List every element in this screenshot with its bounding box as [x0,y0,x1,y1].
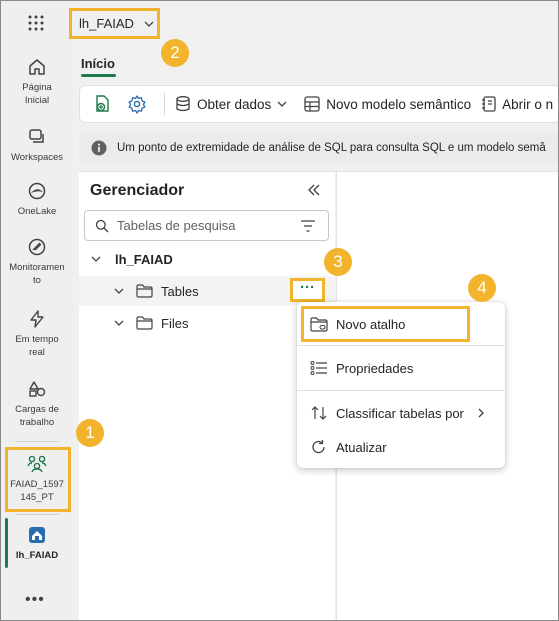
menu-item-label: Atualizar [336,439,387,455]
tables-more-options-button[interactable]: ··· [290,278,325,302]
filter-icon[interactable] [300,219,316,233]
notebook-icon [482,96,496,112]
database-icon [176,96,190,112]
tree-root-label: lh_FAIAD [115,251,173,267]
search-input[interactable]: Tabelas de pesquisa [84,210,329,241]
settings-button[interactable] [127,94,152,114]
chevron-down-icon [114,320,124,326]
callout-4: 4 [468,274,496,302]
new-notebook-icon [96,95,109,112]
workspace-group-icon [27,455,47,473]
rail-item-label: Cargas de trabalho [15,404,59,428]
new-item-button[interactable] [92,94,117,114]
tree-item-lakehouse[interactable]: lh_FAIAD [79,244,335,274]
menu-item-label: Propriedades [336,360,414,376]
semantic-model-icon [304,96,320,112]
rail-item-label: lh_FAIAD [15,550,59,561]
chevron-down-icon [114,288,124,294]
more-options-icon: ··· [300,279,315,296]
toolbar-divider [164,93,165,115]
new-semantic-model-button[interactable]: Novo modelo semântico [303,95,471,113]
get-data-label: Obter dados [197,96,272,112]
gear-icon [128,95,146,114]
menu-item-label: Novo atalho [336,316,406,332]
chevron-down-icon [144,21,154,27]
tree-tables-label: Tables [161,283,199,299]
rail-item-workloads[interactable]: Cargas de trabalho [1,379,73,429]
context-menu: Novo atalho Propriedades Classificar tab… [297,302,505,468]
callout-3: 3 [324,248,352,276]
rail-item-label: Página Inicial [22,82,52,106]
callout-1: 1 [76,419,104,447]
chevron-right-icon [478,408,484,418]
toolbar: Obter dados Novo modelo semântico Abrir … [79,85,558,123]
menu-item-refresh[interactable]: Atualizar [297,430,505,464]
rail-item-label: OneLake [17,206,57,217]
lakehouse-icon [29,527,45,543]
workspaces-icon [29,129,44,143]
onelake-icon [28,182,46,200]
sort-icon [311,406,327,420]
workspace-selector[interactable]: lh_FAIAD [69,8,160,39]
callout-2: 2 [161,39,189,67]
app-window: Página Inicial Workspaces OneLake Monito… [0,0,559,621]
open-notebook-button[interactable]: Abrir o n [481,95,553,113]
home-icon [29,59,45,75]
menu-item-new-shortcut[interactable]: Novo atalho [297,307,505,341]
tab-home[interactable]: Início [81,56,115,71]
rail-item-home[interactable]: Página Inicial [1,57,73,107]
rail-item-monitor[interactable]: Monitoramento [1,237,73,287]
monitor-icon [28,238,46,256]
menu-item-label: Classificar tabelas por [336,405,464,421]
workloads-icon [29,381,46,397]
more-icon[interactable]: ••• [25,591,45,609]
rail-item-workspace-faiad[interactable]: FAIAD_1597145_PT [1,454,73,504]
app-launcher-icon[interactable] [26,13,46,33]
rail-divider [15,514,59,515]
rail-item-label: FAIAD_1597145_PT [10,479,64,503]
rail-divider [15,441,59,442]
chevron-down-icon [91,256,101,262]
search-icon [95,219,109,232]
new-semantic-model-label: Novo modelo semântico [326,96,472,112]
tab-active-underline [81,74,116,77]
menu-divider [297,390,505,391]
info-icon [91,140,107,156]
rail-item-lakehouse[interactable]: lh_FAIAD [1,525,73,562]
realtime-icon [30,310,44,328]
info-banner: Um ponto de extremidade de análise de SQ… [79,132,558,164]
rail-item-realtime[interactable]: Em tempo real [1,309,73,359]
folder-icon [136,284,153,298]
menu-divider [297,345,505,346]
rail-item-label: Monitoramento [9,262,65,286]
rail-item-label: Workspaces [10,152,64,163]
menu-item-properties[interactable]: Propriedades [297,351,505,385]
open-notebook-label: Abrir o n [502,96,554,112]
properties-icon [310,361,327,375]
collapse-panel-icon[interactable] [306,182,322,198]
refresh-icon [312,440,325,454]
left-rail: Página Inicial Workspaces OneLake Monito… [1,1,73,620]
search-placeholder: Tabelas de pesquisa [117,218,236,233]
tree-files-label: Files [161,315,189,331]
rail-item-label: Em tempo real [15,334,59,358]
explorer-title: Gerenciador [90,182,185,199]
workspace-name-label: lh_FAIAD [79,16,134,31]
rail-item-workspaces[interactable]: Workspaces [1,127,73,164]
get-data-button[interactable]: Obter dados [174,95,293,113]
shortcut-folder-icon [310,316,328,332]
rail-item-onelake[interactable]: OneLake [1,181,73,218]
chevron-down-icon [277,101,287,107]
menu-item-sort-tables[interactable]: Classificar tabelas por [297,396,505,430]
info-banner-text: Um ponto de extremidade de análise de SQ… [117,142,546,154]
folder-icon [136,316,153,330]
